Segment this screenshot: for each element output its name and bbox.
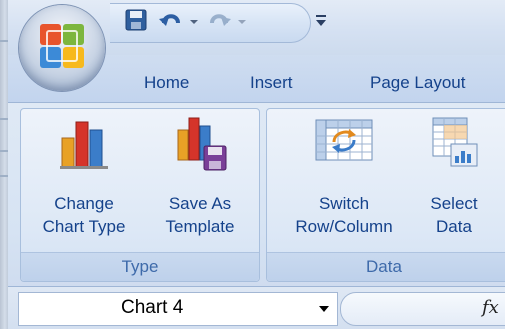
select-data-label-2: Data	[436, 217, 472, 236]
bar-chart-icon	[56, 116, 112, 177]
formula-bar-handle[interactable]	[340, 292, 505, 326]
undo-dropdown-icon[interactable]	[190, 20, 198, 24]
name-box[interactable]: Chart 4	[18, 292, 338, 326]
group-label-data: Data	[366, 257, 402, 276]
select-data-icon	[427, 116, 481, 175]
redo-dropdown-icon[interactable]	[238, 20, 246, 24]
undo-icon[interactable]	[158, 9, 184, 36]
tab-insert[interactable]: Insert	[250, 73, 293, 93]
save-as-template-label-1: Save As	[168, 194, 232, 213]
customize-toolbar-icon[interactable]	[315, 14, 327, 33]
tab-home[interactable]: Home	[144, 73, 189, 93]
office-button[interactable]	[19, 5, 105, 91]
save-as-template-button[interactable]: Save As Template	[148, 112, 252, 252]
change-chart-type-button[interactable]: Change Chart Type	[26, 112, 142, 252]
change-chart-type-label-2: Chart Type	[42, 217, 126, 236]
switch-row-column-label-1: Switch	[318, 194, 370, 213]
redo-icon[interactable]	[206, 9, 232, 36]
name-box-dropdown-icon[interactable]	[319, 306, 329, 312]
save-as-template-label-2: Template	[165, 217, 235, 236]
switch-row-column-button[interactable]: Switch Row/Column	[272, 112, 416, 252]
tab-page-layout[interactable]: Page Layout	[370, 73, 465, 93]
chart-save-icon	[170, 116, 230, 181]
office-logo-icon	[40, 24, 84, 68]
group-label-type: Type	[121, 257, 159, 276]
save-icon[interactable]	[125, 9, 147, 36]
select-data-label-1: Select	[430, 194, 478, 213]
switch-row-column-label-2: Row/Column	[295, 217, 393, 236]
change-chart-type-label-1: Change	[54, 194, 114, 213]
excel-ribbon-window: Home Insert Page Layout Type Change Char…	[0, 0, 505, 329]
name-box-value: Chart 4	[121, 297, 184, 318]
switch-row-column-icon	[314, 116, 374, 169]
insert-function-icon[interactable]: fx	[482, 297, 499, 318]
select-data-button[interactable]: Select Data	[420, 112, 488, 252]
